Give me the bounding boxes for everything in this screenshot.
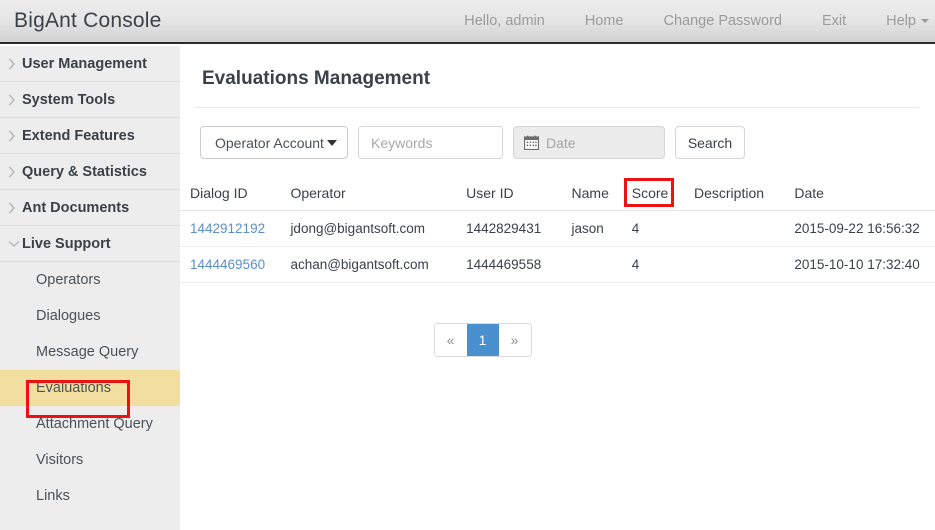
cell-user-id: 1444469558	[466, 246, 572, 283]
search-field-select[interactable]: Operator Account	[200, 126, 348, 159]
sidebar-item-system-tools[interactable]: System Tools	[0, 82, 180, 118]
date-placeholder-text: Date	[546, 134, 576, 151]
column-header-name[interactable]: Name	[571, 179, 632, 211]
nav-change-password-link[interactable]: Change Password	[644, 13, 803, 29]
column-header-operator[interactable]: Operator	[290, 179, 467, 211]
nav-home-link[interactable]: Home	[565, 13, 644, 29]
chevron-right-icon	[8, 166, 22, 178]
pagination-prev-button[interactable]: «	[434, 324, 467, 356]
cell-operator: jdong@bigantsoft.com	[290, 210, 467, 247]
table-body: 1442912192 jdong@bigantsoft.com 14428294…	[180, 210, 935, 283]
sidebar-subitem-dialogues[interactable]: Dialogues	[0, 298, 180, 334]
page-title: Evaluations Management	[202, 68, 431, 89]
top-navigation: Hello, admin Home Change Password Exit H…	[444, 13, 935, 29]
evaluations-table: Dialog ID Operator User ID Name Score De…	[180, 178, 935, 283]
app-brand-title: BigAnt Console	[14, 9, 162, 32]
calendar-icon	[524, 135, 539, 150]
sidebar-subitem-label: Links	[36, 488, 70, 504]
sidebar-item-live-support[interactable]: Live Support	[0, 226, 180, 262]
chevron-right-icon	[8, 94, 22, 106]
chevron-right-icon	[8, 202, 22, 214]
cell-description	[694, 246, 795, 283]
sidebar-item-query-statistics[interactable]: Query & Statistics	[0, 154, 180, 190]
chevron-right-icon	[8, 130, 22, 142]
cell-name: jason	[571, 210, 632, 247]
keywords-input[interactable]	[358, 126, 503, 159]
sidebar-subitem-links[interactable]: Links	[0, 478, 180, 514]
date-input[interactable]: Date	[513, 126, 665, 159]
sidebar-subitem-visitors[interactable]: Visitors	[0, 442, 180, 478]
search-button[interactable]: Search	[675, 126, 745, 159]
nav-exit-link[interactable]: Exit	[802, 13, 866, 29]
table-header-row: Dialog ID Operator User ID Name Score De…	[180, 178, 935, 211]
sidebar-subitem-evaluations[interactable]: Evaluations	[0, 370, 180, 406]
dialog-id-link[interactable]: 1444469560	[190, 257, 265, 272]
search-field-select-value: Operator Account	[215, 134, 324, 151]
nav-help-label: Help	[886, 13, 916, 29]
nav-help-link[interactable]: Help	[866, 13, 935, 29]
sidebar-subitem-label: Operators	[36, 272, 101, 288]
top-header-bar: BigAnt Console Hello, admin Home Change …	[0, 0, 935, 44]
sidebar-subitem-attachment-query[interactable]: Attachment Query	[0, 406, 180, 442]
main-content: Evaluations Management Operator Account	[180, 46, 935, 530]
column-header-user-id[interactable]: User ID	[466, 179, 572, 211]
caret-down-icon	[327, 140, 337, 146]
chevron-down-icon	[921, 19, 929, 24]
sidebar-item-user-management[interactable]: User Management	[0, 46, 180, 82]
search-toolbar: Operator Account Keywords Date Search	[180, 108, 935, 159]
column-header-date[interactable]: Date	[794, 179, 935, 211]
sidebar-subitem-label: Visitors	[36, 452, 84, 468]
column-header-description[interactable]: Description	[694, 179, 795, 211]
chevron-down-icon	[8, 240, 22, 248]
sidebar-subitem-label: Evaluations	[36, 380, 111, 396]
sidebar-item-label: Ant Documents	[22, 199, 130, 216]
cell-dialog-id: 1444469560	[180, 246, 291, 283]
cell-operator: achan@bigantsoft.com	[290, 246, 467, 283]
cell-description	[694, 210, 795, 247]
cell-score: 4	[631, 246, 694, 283]
pagination-row: « 1 »	[180, 283, 935, 357]
cell-date: 2015-10-10 17:32:40	[794, 246, 935, 283]
sidebar-subitem-label: Dialogues	[36, 308, 101, 324]
chevron-right-icon	[8, 58, 22, 70]
table-row: 1444469560 achan@bigantsoft.com 14444695…	[180, 246, 935, 283]
nav-greeting: Hello, admin	[464, 13, 545, 29]
pagination: « 1 »	[433, 323, 532, 357]
pagination-next-button[interactable]: »	[498, 324, 531, 356]
cell-score: 4	[631, 210, 694, 247]
cell-name	[571, 246, 632, 283]
sidebar-subitem-message-query[interactable]: Message Query	[0, 334, 180, 370]
pagination-page-1[interactable]: 1	[466, 324, 499, 356]
evaluations-table-wrapper: Dialog ID Operator User ID Name Score De…	[180, 159, 935, 283]
cell-dialog-id: 1442912192	[180, 210, 291, 247]
dialog-id-link[interactable]: 1442912192	[190, 221, 265, 236]
sidebar-item-label: Extend Features	[22, 127, 135, 144]
sidebar-item-extend-features[interactable]: Extend Features	[0, 118, 180, 154]
column-header-dialog-id[interactable]: Dialog ID	[180, 179, 291, 211]
sidebar-item-label: User Management	[22, 55, 147, 72]
sidebar-subitem-operators[interactable]: Operators	[0, 262, 180, 298]
sidebar-item-label: System Tools	[22, 91, 116, 108]
column-header-score-label: Score	[631, 185, 669, 201]
sidebar-item-label: Live Support	[22, 235, 111, 252]
column-header-score[interactable]: Score	[623, 178, 694, 211]
table-head: Dialog ID Operator User ID Name Score De…	[180, 178, 935, 211]
sidebar-item-ant-documents[interactable]: Ant Documents	[0, 190, 180, 226]
sidebar-subitem-label: Attachment Query	[36, 416, 153, 432]
sidebar-navigation: User Management System Tools Extend Feat…	[0, 46, 180, 530]
sidebar-subitem-label: Message Query	[36, 344, 139, 360]
cell-date: 2015-09-22 16:56:32	[794, 210, 935, 247]
sidebar-item-label: Query & Statistics	[22, 163, 147, 180]
cell-user-id: 1442829431	[466, 210, 572, 247]
app-window: BigAnt Console Hello, admin Home Change …	[0, 0, 935, 530]
table-row: 1442912192 jdong@bigantsoft.com 14428294…	[180, 210, 935, 247]
